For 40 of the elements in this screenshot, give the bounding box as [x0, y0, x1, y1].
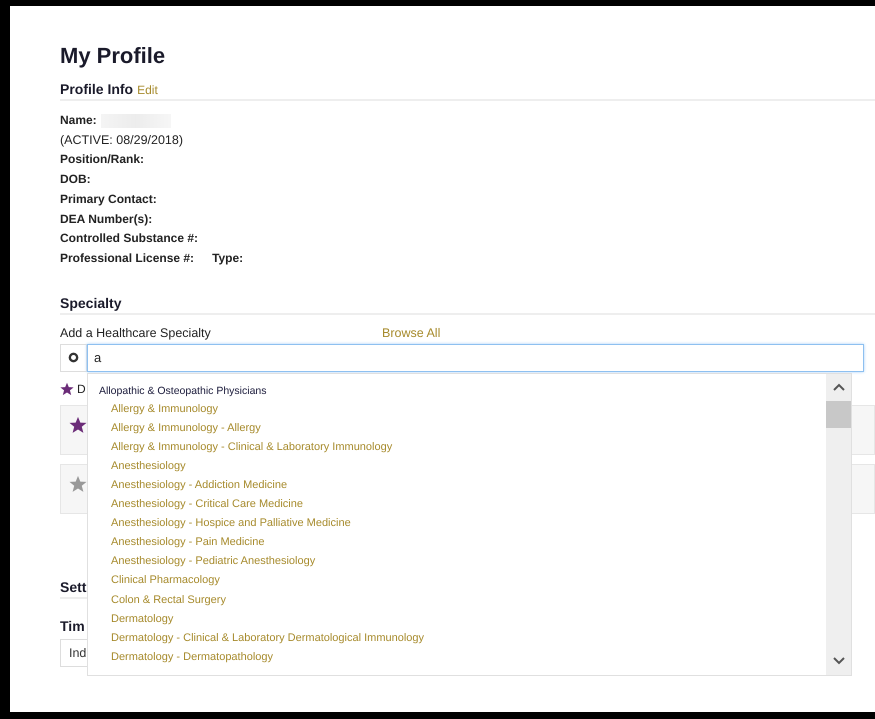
dropdown-option[interactable]: Allergy & Immunology - Clinical & Laboratory Immunology — [99, 438, 826, 457]
field-label: Professional License #: — [60, 250, 194, 267]
section-heading: Profile Info — [60, 81, 134, 97]
time-zone-select[interactable]: Ind — [60, 638, 87, 667]
dropdown-option[interactable]: Anesthesiology - Addiction Medicine — [99, 476, 826, 496]
dropdown-option[interactable]: Anesthesiology — [99, 456, 826, 476]
page-title: My Profile — [60, 42, 166, 69]
field-label: Position/Rank: — [60, 151, 144, 168]
hint-text: D — [77, 382, 86, 396]
field-label: DOB: — [60, 171, 91, 188]
field-label: Add a Healthcare Specialty — [60, 324, 212, 341]
dropdown-option[interactable]: Allergy & Immunology — [99, 400, 826, 419]
dropdown-option[interactable]: Colon & Rectal Surgery — [99, 590, 826, 610]
group-heading: Allopathic & Osteopathic Physicians — [99, 384, 268, 399]
browse-all-link[interactable]: Browse All — [382, 324, 440, 341]
chevron-up-icon[interactable] — [832, 383, 844, 392]
dropdown-option[interactable]: Anesthesiology - Critical Care Medicine — [99, 495, 826, 514]
field-label: Controlled Substance #: — [60, 230, 198, 248]
field-label: Tim — [60, 618, 85, 634]
star-icon — [60, 382, 74, 396]
dropdown-option[interactable]: Anesthesiology - Pain Medicine — [99, 533, 826, 552]
field-label: Name: — [60, 112, 97, 129]
dropdown-option[interactable]: Dermatology — [99, 610, 826, 629]
dropdown-option[interactable]: Dermatology - Clinical & Laboratory Dermatological Immunology — [99, 628, 826, 648]
dropdown-option[interactable]: Anesthesiology - Hospice and Palliative Medicine — [99, 514, 826, 534]
scroll-thumb[interactable] — [826, 400, 851, 428]
dropdown-option[interactable]: Allergy & Immunology - Allergy — [99, 418, 826, 438]
dropdown-option[interactable]: Clinical Pharmacology — [99, 571, 826, 591]
chevron-down-icon[interactable] — [832, 657, 844, 666]
field-label: Type: — [212, 250, 244, 267]
circle-icon — [68, 352, 79, 364]
section-heading: Sett — [60, 578, 86, 595]
status-text: (ACTIVE: 08/29/2018) — [60, 132, 183, 149]
field-label: DEA Number(s): — [60, 210, 152, 228]
dropdown-option[interactable]: Dermatology - Dermatopathology — [99, 648, 826, 667]
edit-link[interactable]: Edit — [137, 83, 158, 97]
dropdown-option[interactable]: Anesthesiology - Pediatric Anesthesiology — [99, 552, 826, 572]
section-heading: Specialty — [60, 294, 122, 311]
search-field[interactable]: a — [87, 344, 864, 372]
field-label: Primary Contact: — [60, 190, 157, 208]
